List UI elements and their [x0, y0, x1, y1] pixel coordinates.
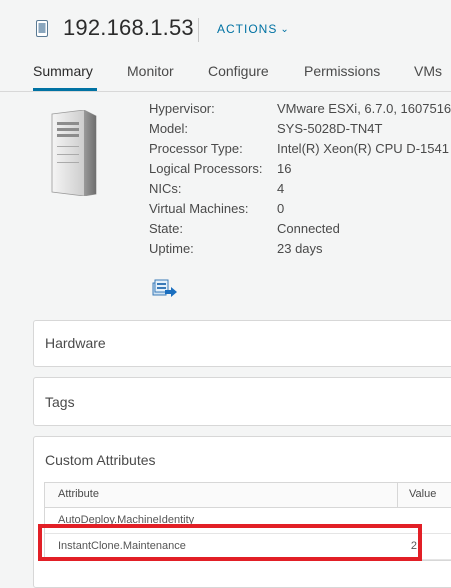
summary-panel: Hypervisor: VMware ESXi, 6.7.0, 1607516 … [0, 96, 451, 306]
property-key: Hypervisor: [149, 101, 215, 116]
property-value: Connected [277, 221, 340, 236]
property-key: Uptime: [149, 241, 194, 256]
property-value: 16 [277, 161, 292, 176]
hardware-card[interactable]: Hardware [33, 320, 451, 367]
custom-attributes-title: Custom Attributes [45, 452, 156, 468]
actions-menu-button[interactable]: ACTIONS ⌄ [217, 22, 290, 36]
column-separator[interactable] [397, 483, 398, 507]
migrate-vm-icon[interactable] [152, 279, 178, 299]
property-key: State: [149, 221, 183, 236]
property-key: Processor Type: [149, 141, 243, 156]
tab-vms[interactable]: VMs [414, 63, 442, 79]
property-key: Logical Processors: [149, 161, 263, 176]
property-value: VMware ESXi, 6.7.0, 1607516 [277, 101, 451, 116]
page-title: 192.168.1.53 [63, 15, 194, 40]
property-value: 4 [277, 181, 285, 196]
tags-card-title: Tags [45, 394, 75, 410]
grid-header: Attribute Value [45, 483, 451, 508]
tags-card[interactable]: Tags [33, 377, 451, 426]
property-key: Model: [149, 121, 189, 136]
tab-summary[interactable]: Summary [33, 63, 93, 79]
custom-attributes-card: Custom Attributes Attribute Value AutoDe… [33, 436, 451, 588]
tab-permissions[interactable]: Permissions [304, 63, 380, 79]
hardware-card-title: Hardware [45, 335, 106, 351]
property-value: SYS-5028D-TN4T [277, 121, 383, 136]
chevron-down-icon: ⌄ [280, 24, 290, 35]
active-tab-indicator [33, 88, 97, 91]
property-key: NICs: [149, 181, 182, 196]
property-value: Intel(R) Xeon(R) CPU D-1541 [277, 141, 449, 156]
server-tower-icon [51, 110, 97, 196]
column-header-attribute[interactable]: Attribute [58, 488, 99, 500]
object-header: 192.168.1.53 ACTIONS ⌄ Summary Monitor Co… [0, 0, 451, 95]
tab-configure[interactable]: Configure [208, 63, 269, 79]
property-value: 23 days [277, 241, 323, 256]
column-header-value[interactable]: Value [409, 488, 436, 500]
header-divider [198, 18, 199, 42]
tab-monitor[interactable]: Monitor [127, 63, 174, 79]
actions-label: ACTIONS [217, 22, 278, 36]
property-key: Virtual Machines: [149, 201, 249, 216]
tab-bar: Summary Monitor Configure Permissions VM… [0, 55, 451, 92]
property-value: 0 [277, 201, 285, 216]
highlight-box [38, 524, 422, 561]
host-icon [36, 20, 48, 37]
